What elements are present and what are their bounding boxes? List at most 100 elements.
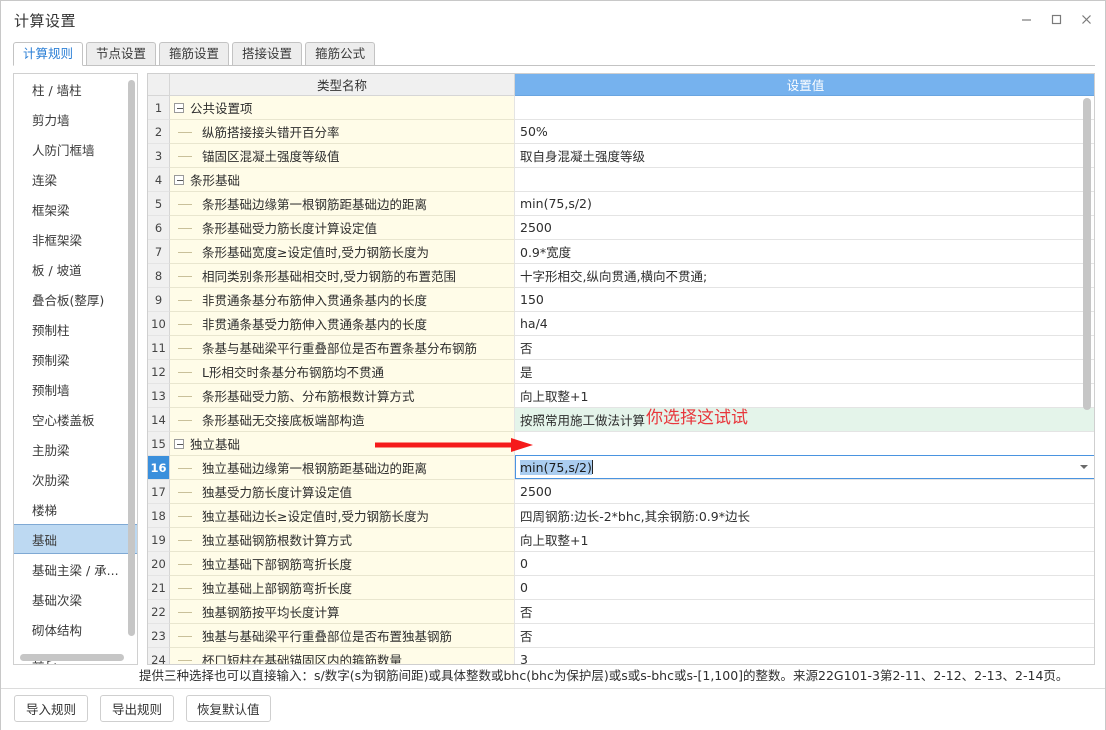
sidebar-item-5[interactable]: 非框架梁 <box>14 224 137 254</box>
row-type-name-cell[interactable]: L形相交时条基分布钢筋均不贯通 <box>170 360 515 384</box>
row-setting-value-cell[interactable] <box>515 168 1094 192</box>
row-setting-value-cell[interactable]: min(75,s/2) <box>515 455 1094 480</box>
table-row[interactable]: 16 独立基础边缘第一根钢筋距基础边的距离 min(75,s/2) <box>148 455 1094 480</box>
sidebar-item-16[interactable]: 基础主梁 / 承... <box>14 554 137 584</box>
close-button[interactable] <box>1071 5 1101 33</box>
row-type-name-cell[interactable]: 条形基础宽度≥设定值时,受力钢筋长度为 <box>170 240 515 264</box>
row-number[interactable]: 3 <box>148 144 170 168</box>
table-row[interactable]: 23 独基与基础梁平行重叠部位是否布置独基钢筋 否 <box>148 624 1094 648</box>
row-type-name-cell[interactable]: 独基受力筋长度计算设定值 <box>170 480 515 504</box>
row-number[interactable]: 8 <box>148 264 170 288</box>
sidebar-horizontal-scrollbar[interactable] <box>20 654 124 661</box>
value-combobox-editor[interactable]: min(75,s/2) <box>515 455 1094 479</box>
table-row[interactable]: 11 条基与基础梁平行重叠部位是否布置条基分布钢筋 否 <box>148 336 1094 360</box>
row-setting-value-cell[interactable]: 2500 <box>515 216 1094 240</box>
row-type-name-cell[interactable]: 独立基础下部钢筋弯折长度 <box>170 552 515 576</box>
sidebar-hscroll-thumb[interactable] <box>20 654 124 661</box>
row-type-name-cell[interactable]: 相同类别条形基础相交时,受力钢筋的布置范围 <box>170 264 515 288</box>
restore-defaults-button[interactable]: 恢复默认值 <box>186 695 271 722</box>
sidebar-item-12[interactable]: 主肋梁 <box>14 434 137 464</box>
row-setting-value-cell[interactable]: 否 <box>515 624 1094 648</box>
table-row[interactable]: 3 锚固区混凝土强度等级值 取自身混凝土强度等级 <box>148 144 1094 168</box>
row-number[interactable]: 7 <box>148 240 170 264</box>
row-number[interactable]: 5 <box>148 192 170 216</box>
table-row[interactable]: 2 纵筋搭接接头错开百分率 50% <box>148 120 1094 144</box>
table-row[interactable]: 5 条形基础边缘第一根钢筋距基础边的距离 min(75,s/2) <box>148 192 1094 216</box>
sidebar-item-6[interactable]: 板 / 坡道 <box>14 254 137 284</box>
tab-lap-settings[interactable]: 搭接设置 <box>232 42 303 65</box>
table-row[interactable]: 1 公共设置项 <box>148 96 1094 120</box>
row-number[interactable]: 6 <box>148 216 170 240</box>
grid-vscroll-thumb[interactable] <box>1083 98 1091 410</box>
row-number[interactable]: 20 <box>148 552 170 576</box>
table-row[interactable]: 14 条形基础无交接底板端部构造 按照常用施工做法计算 <box>148 408 1094 432</box>
row-number[interactable]: 18 <box>148 504 170 528</box>
row-type-name-cell[interactable]: 独立基础上部钢筋弯折长度 <box>170 576 515 600</box>
sidebar-item-14[interactable]: 楼梯 <box>14 494 137 524</box>
row-setting-value-cell[interactable]: 是 <box>515 360 1094 384</box>
row-setting-value-cell[interactable]: 向上取整+1 <box>515 528 1094 552</box>
collapse-minus-icon[interactable] <box>174 102 184 113</box>
sidebar-item-13[interactable]: 次肋梁 <box>14 464 137 494</box>
row-number[interactable]: 4 <box>148 168 170 192</box>
row-setting-value-cell[interactable]: 取自身混凝土强度等级 <box>515 144 1094 168</box>
table-row[interactable]: 15 独立基础 <box>148 432 1094 456</box>
row-number[interactable]: 15 <box>148 432 170 456</box>
row-setting-value-cell[interactable]: 否 <box>515 600 1094 624</box>
export-rules-button[interactable]: 导出规则 <box>100 695 174 722</box>
row-type-name-cell[interactable]: 独立基础 <box>170 432 515 456</box>
row-type-name-cell[interactable]: 条形基础 <box>170 168 515 192</box>
sidebar-item-1[interactable]: 剪力墙 <box>14 104 137 134</box>
row-setting-value-cell[interactable]: 向上取整+1 <box>515 384 1094 408</box>
row-setting-value-cell[interactable]: 0 <box>515 576 1094 600</box>
row-number[interactable]: 23 <box>148 624 170 648</box>
row-number[interactable]: 2 <box>148 120 170 144</box>
value-editor-text[interactable]: min(75,s/2) <box>520 459 592 475</box>
grid-header-type-name[interactable]: 类型名称 <box>170 74 515 96</box>
row-number[interactable]: 14 <box>148 408 170 432</box>
row-setting-value-cell[interactable] <box>515 96 1094 120</box>
table-row[interactable]: 18 独立基础边长≥设定值时,受力钢筋长度为 四周钢筋:边长-2*bhc,其余钢筋:… <box>148 504 1094 528</box>
table-row[interactable]: 17 独基受力筋长度计算设定值 2500 <box>148 480 1094 504</box>
row-type-name-cell[interactable]: 条形基础无交接底板端部构造 <box>170 408 515 432</box>
maximize-button[interactable] <box>1041 5 1071 33</box>
row-setting-value-cell[interactable]: 50% <box>515 120 1094 144</box>
row-setting-value-cell[interactable]: 四周钢筋:边长-2*bhc,其余钢筋:0.9*边长 <box>515 504 1094 528</box>
row-type-name-cell[interactable]: 非贯通条基分布筋伸入贯通条基内的长度 <box>170 288 515 312</box>
row-setting-value-cell[interactable]: 0.9*宽度 <box>515 240 1094 264</box>
sidebar-item-4[interactable]: 框架梁 <box>14 194 137 224</box>
row-type-name-cell[interactable]: 公共设置项 <box>170 96 515 120</box>
grid-vertical-scrollbar[interactable] <box>1083 98 1091 660</box>
row-number[interactable]: 13 <box>148 384 170 408</box>
sidebar-item-0[interactable]: 柱 / 墙柱 <box>14 74 137 104</box>
tab-calculation-rules[interactable]: 计算规则 <box>13 42 84 66</box>
row-type-name-cell[interactable]: 条基与基础梁平行重叠部位是否布置条基分布钢筋 <box>170 336 515 360</box>
sidebar-item-7[interactable]: 叠合板(整厚) <box>14 284 137 314</box>
row-setting-value-cell[interactable] <box>515 432 1094 456</box>
row-number[interactable]: 21 <box>148 576 170 600</box>
row-setting-value-cell[interactable]: 否 <box>515 336 1094 360</box>
tab-stirrup-settings[interactable]: 箍筋设置 <box>159 42 230 65</box>
collapse-minus-icon[interactable] <box>174 438 184 449</box>
sidebar-item-9[interactable]: 预制梁 <box>14 344 137 374</box>
row-setting-value-cell[interactable]: min(75,s/2) <box>515 192 1094 216</box>
tab-node-settings[interactable]: 节点设置 <box>86 42 157 65</box>
row-number[interactable]: 22 <box>148 600 170 624</box>
row-setting-value-cell[interactable]: ha/4 <box>515 312 1094 336</box>
row-type-name-cell[interactable]: 独基钢筋按平均长度计算 <box>170 600 515 624</box>
row-setting-value-cell[interactable]: 0 <box>515 552 1094 576</box>
row-type-name-cell[interactable]: 条形基础受力筋长度计算设定值 <box>170 216 515 240</box>
table-row[interactable]: 9 非贯通条基分布筋伸入贯通条基内的长度 150 <box>148 288 1094 312</box>
sidebar-vertical-scrollbar[interactable] <box>128 80 135 640</box>
table-row[interactable]: 12 L形相交时条基分布钢筋均不贯通 是 <box>148 360 1094 384</box>
table-row[interactable]: 10 非贯通条基受力筋伸入贯通条基内的长度 ha/4 <box>148 312 1094 336</box>
sidebar-item-8[interactable]: 预制柱 <box>14 314 137 344</box>
row-type-name-cell[interactable]: 独立基础边长≥设定值时,受力钢筋长度为 <box>170 504 515 528</box>
row-type-name-cell[interactable]: 独基与基础梁平行重叠部位是否布置独基钢筋 <box>170 624 515 648</box>
table-row[interactable]: 4 条形基础 <box>148 168 1094 192</box>
table-row[interactable]: 7 条形基础宽度≥设定值时,受力钢筋长度为 0.9*宽度 <box>148 240 1094 264</box>
row-type-name-cell[interactable]: 条形基础受力筋、分布筋根数计算方式 <box>170 384 515 408</box>
tab-stirrup-formula[interactable]: 箍筋公式 <box>305 42 376 65</box>
grid-header-setting-value[interactable]: 设置值 <box>515 74 1094 96</box>
row-number[interactable]: 9 <box>148 288 170 312</box>
